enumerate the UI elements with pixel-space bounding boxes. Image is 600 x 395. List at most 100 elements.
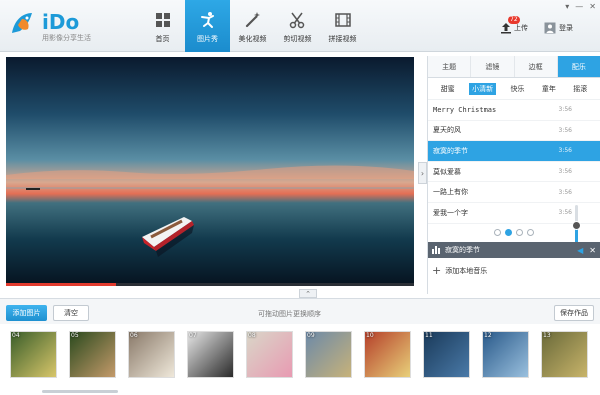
tab-music[interactable]: 配乐: [557, 56, 600, 77]
photo-thumbnail[interactable]: 09: [305, 331, 352, 378]
nav-cut-video[interactable]: 剪切视频: [275, 0, 320, 52]
photo-thumbnail[interactable]: 12: [482, 331, 529, 378]
music-panel: 主题 滤镜 边框 配乐 甜蜜 小清新 快乐 童年 摇滚 Merry Christ…: [427, 56, 600, 294]
thumbnail-number: 10: [366, 332, 374, 339]
equalizer-icon: [432, 246, 440, 254]
thumbnail-number: 05: [71, 332, 79, 339]
collapse-filmstrip-button[interactable]: ⌃: [299, 289, 317, 298]
photo-thumbnail[interactable]: 13: [541, 331, 588, 378]
add-images-button[interactable]: 添加图片: [6, 305, 47, 321]
app-slogan: 用影像分享生活: [42, 34, 91, 42]
nav-label: 首页: [155, 35, 170, 43]
speaker-icon[interactable]: ◀: [577, 246, 583, 255]
thumbnail-number: 06: [130, 332, 138, 339]
main-nav: 首页 图片秀 美化视频 剪切视频 拼接视频: [140, 0, 365, 52]
track-duration: 3:56: [558, 147, 572, 155]
track-duration: 3:56: [558, 106, 572, 114]
menu-dropdown-icon[interactable]: ▾: [565, 2, 569, 11]
plus-icon: +: [432, 264, 442, 277]
track-title: 爱我一个字: [433, 208, 468, 217]
thumbnail-number: 11: [425, 332, 433, 339]
magic-wand-icon: [243, 10, 263, 30]
save-work-button[interactable]: 保存作品: [554, 305, 594, 321]
nav-photo-show[interactable]: 图片秀: [185, 0, 230, 52]
preview-image: [6, 57, 414, 285]
nav-label: 图片秀: [197, 35, 218, 43]
genre-fresh[interactable]: 小清新: [469, 82, 497, 95]
photo-thumbnail[interactable]: 04: [10, 331, 57, 378]
sunset-sea-photo: [6, 57, 414, 285]
track-item[interactable]: Merry Christmas 3:56: [428, 100, 600, 121]
track-item[interactable]: 夏天的风 3:56: [428, 121, 600, 142]
genre-rock[interactable]: 摇滚: [570, 83, 590, 95]
thumbnail-number: 07: [189, 332, 197, 339]
track-title: 一路上有你: [433, 188, 468, 197]
pagination-dot[interactable]: [505, 229, 512, 236]
volume-slider[interactable]: [572, 205, 582, 243]
track-duration: 3:56: [558, 126, 572, 134]
pagination-dot[interactable]: [494, 229, 501, 236]
track-title: 夏天的风: [433, 126, 461, 135]
genre-happy[interactable]: 快乐: [507, 83, 527, 95]
bottom-toolbar: 添加图片 清空 可拖动图片更换顺序 保存作品: [0, 298, 600, 324]
photo-thumbnail[interactable]: 10: [364, 331, 411, 378]
upload-label: 上传: [514, 24, 528, 32]
scissors-icon: [288, 10, 308, 30]
photo-thumbnail[interactable]: 08: [246, 331, 293, 378]
add-local-music-button[interactable]: + 添加本地音乐: [432, 264, 487, 277]
photo-thumbnail[interactable]: 07: [187, 331, 234, 378]
thumbnail-number: 09: [307, 332, 315, 339]
tab-theme[interactable]: 主题: [428, 56, 472, 77]
panel-tabs: 主题 滤镜 边框 配乐: [428, 56, 600, 78]
photo-thumbnail[interactable]: 11: [423, 331, 470, 378]
pagination-dot[interactable]: [527, 229, 534, 236]
pagination-dot[interactable]: [516, 229, 523, 236]
clear-button[interactable]: 清空: [53, 305, 89, 321]
minimize-icon[interactable]: —: [575, 2, 583, 11]
photo-thumbnail[interactable]: 05: [69, 331, 116, 378]
track-duration: 3:56: [558, 209, 572, 217]
genre-sweet[interactable]: 甜蜜: [438, 83, 458, 95]
chevron-right-icon: ›: [420, 168, 425, 178]
app-header: iDo 用影像分享生活 首页 图片秀 美化视频 剪切视频 拼接视频 72 上传 …: [0, 0, 600, 52]
now-playing-title: 寂寞的季节: [445, 246, 480, 254]
nav-beautify-video[interactable]: 美化视频: [230, 0, 275, 52]
track-item[interactable]: 莫似爱慕 3:56: [428, 162, 600, 183]
track-title: Merry Christmas: [433, 105, 497, 114]
filmstrip-scrollbar[interactable]: [42, 390, 118, 393]
track-duration: 3:56: [558, 188, 572, 196]
tab-border[interactable]: 边框: [514, 56, 558, 77]
nav-label: 美化视频: [238, 35, 267, 43]
upload-button[interactable]: 72 上传: [500, 16, 528, 34]
reorder-hint: 可拖动图片更换顺序: [258, 310, 321, 318]
photo-thumbnail[interactable]: 06: [128, 331, 175, 378]
collapse-panel-button[interactable]: ›: [418, 162, 427, 184]
upload-count-badge: 72: [508, 16, 520, 24]
bird-logo-icon: [12, 13, 32, 33]
thumbnail-number: 08: [248, 332, 256, 339]
volume-knob[interactable]: [572, 221, 581, 231]
track-item[interactable]: 一路上有你 3:56: [428, 182, 600, 203]
thumbnail-number: 04: [12, 332, 20, 339]
thumbnail-number: 12: [484, 332, 492, 339]
add-local-music-label: 添加本地音乐: [445, 266, 488, 275]
dancer-icon: [198, 10, 218, 30]
preview-progress-bar[interactable]: [6, 283, 414, 286]
nav-label: 剪切视频: [283, 35, 312, 43]
user-icon: [544, 22, 556, 34]
nav-home[interactable]: 首页: [140, 0, 185, 52]
preview-progress-fill: [6, 283, 117, 286]
genre-childhood[interactable]: 童年: [539, 83, 559, 95]
close-icon[interactable]: ✕: [589, 246, 596, 255]
tab-filter[interactable]: 滤镜: [471, 56, 515, 77]
nav-join-video[interactable]: 拼接视频: [320, 0, 365, 52]
thumbnail-number: 13: [543, 332, 551, 339]
track-title: 莫似爱慕: [433, 167, 461, 176]
close-icon[interactable]: ✕: [589, 2, 596, 11]
track-title: 寂寞的季节: [433, 146, 468, 155]
track-item-selected[interactable]: 寂寞的季节 3:56: [428, 141, 600, 162]
nav-label: 拼接视频: [328, 35, 357, 43]
login-button[interactable]: 登录: [544, 22, 573, 34]
filmstrip: 04 05 06 07 08 09 10 11 12 13: [0, 325, 600, 395]
app-name: iDo: [42, 10, 80, 34]
